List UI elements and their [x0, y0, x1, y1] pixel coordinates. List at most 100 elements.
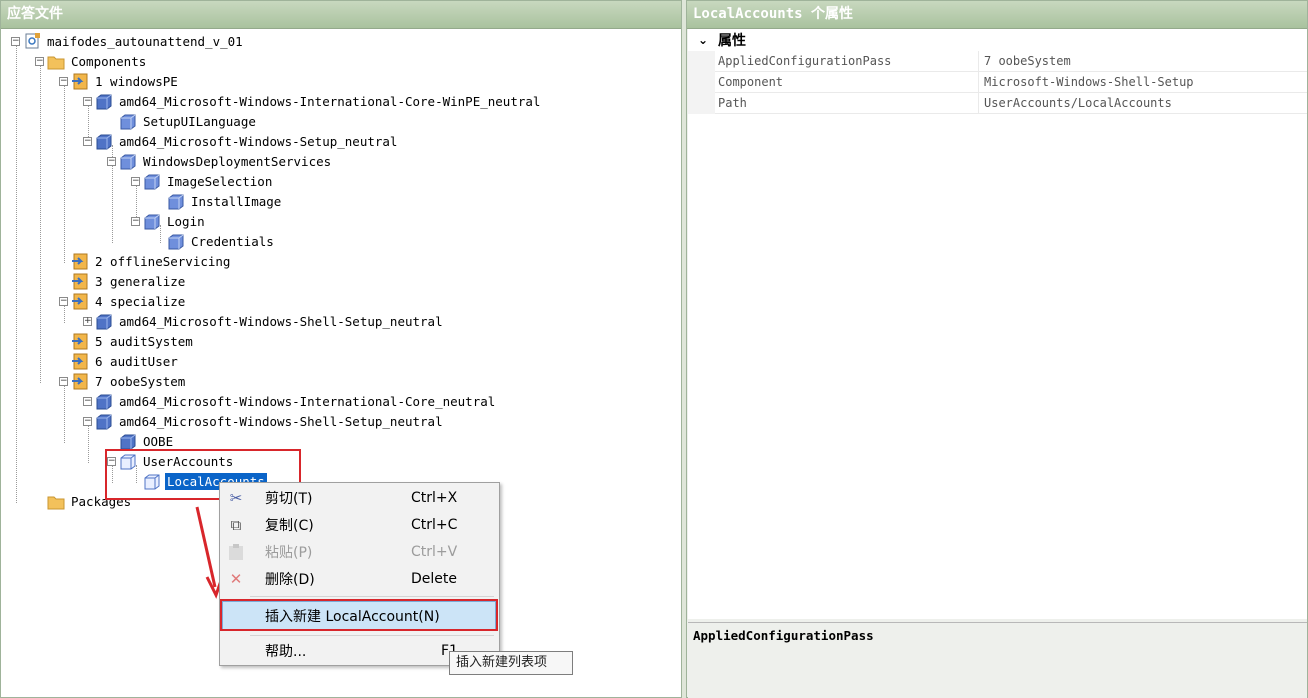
tree-node-pass[interactable]: 3 generalize	[59, 271, 187, 291]
setting-icon	[143, 213, 161, 230]
menu-item-label: 帮助...	[265, 644, 307, 660]
setting-icon	[119, 153, 137, 170]
tree-node-setting[interactable]: − Login	[131, 211, 207, 231]
collapse-icon[interactable]: −	[131, 216, 140, 226]
tree-node-pass[interactable]: − 7 oobeSystem	[59, 371, 187, 391]
annotation-highlight-box	[220, 599, 498, 631]
setting-icon	[119, 113, 137, 130]
property-value[interactable]: Microsoft-Windows-Shell-Setup	[979, 72, 1307, 93]
collapse-icon[interactable]: −	[83, 396, 92, 406]
property-category-label: 属性	[718, 33, 746, 49]
folder-icon	[47, 53, 65, 70]
context-menu: ✂ 剪切(T) Ctrl+X ⧉ 复制(C) Ctrl+C 粘贴(P) Ctrl…	[219, 482, 500, 666]
menu-item-copy[interactable]: ⧉ 复制(C) Ctrl+C	[222, 512, 496, 538]
property-gutter	[688, 93, 715, 114]
tree-node-label: 7 oobeSystem	[95, 373, 186, 389]
tree-node-component[interactable]: + amd64_Microsoft-Windows-Shell-Setup_ne…	[83, 311, 445, 331]
collapse-icon[interactable]: −	[131, 176, 140, 186]
pass-icon	[71, 353, 89, 370]
setting-icon	[167, 193, 185, 210]
menu-item-shortcut: Ctrl+X	[411, 490, 458, 506]
tree-node-label: amd64_Microsoft-Windows-Shell-Setup_neut…	[119, 413, 443, 429]
tree-node-setting[interactable]: OOBE	[107, 431, 175, 451]
tree-connector	[40, 65, 41, 383]
property-row[interactable]: AppliedConfigurationPass 7 oobeSystem	[688, 51, 1307, 72]
collapse-icon[interactable]: −	[83, 136, 92, 146]
pass-icon	[71, 373, 89, 390]
menu-item-cut[interactable]: ✂ 剪切(T) Ctrl+X	[222, 485, 496, 511]
tree-node-label: 4 specialize	[95, 293, 186, 309]
collapse-icon[interactable]: −	[11, 36, 20, 46]
folder-icon	[47, 493, 65, 510]
menu-item-delete[interactable]: ✕ 删除(D) Delete	[222, 566, 496, 592]
tree-node-label: 3 generalize	[95, 273, 186, 289]
tree-node-pass[interactable]: 2 offlineServicing	[59, 251, 232, 271]
tree-node-label: 1 windowsPE	[95, 73, 178, 89]
tree-node-setting[interactable]: − ImageSelection	[131, 171, 274, 191]
menu-item-paste: 粘贴(P) Ctrl+V	[222, 539, 496, 565]
collapse-icon[interactable]: −	[35, 56, 44, 66]
collapse-icon[interactable]: −	[83, 416, 92, 426]
tree-node-components[interactable]: − Components	[35, 51, 148, 71]
collapse-icon[interactable]: −	[83, 96, 92, 106]
menu-item-shortcut: Ctrl+V	[411, 544, 458, 560]
menu-item-label: 粘贴(P)	[265, 545, 313, 561]
copy-icon: ⧉	[230, 516, 242, 534]
tree-node-component[interactable]: − amd64_Microsoft-Windows-Setup_neutral	[83, 131, 399, 151]
pass-icon	[71, 73, 89, 90]
tree-node-label: Credentials	[191, 233, 274, 249]
tree-node-setting[interactable]: InstallImage	[155, 191, 283, 211]
tooltip: 插入新建列表项	[449, 651, 573, 675]
property-gutter	[688, 72, 715, 93]
property-value[interactable]: UserAccounts/LocalAccounts	[979, 93, 1307, 114]
property-name: Path	[715, 93, 979, 114]
expand-icon[interactable]: +	[83, 316, 92, 326]
setting-icon	[143, 173, 161, 190]
tree-node-label: amd64_Microsoft-Windows-Shell-Setup_neut…	[119, 313, 443, 329]
tree-node-pass[interactable]: 6 auditUser	[59, 351, 180, 371]
tree-node-setting[interactable]: − WindowsDeploymentServices	[107, 151, 333, 171]
chevron-down-icon[interactable]: ⌄	[688, 33, 718, 47]
properties-pane-title: LocalAccounts 个属性	[687, 1, 1307, 29]
menu-item-label: 复制(C)	[265, 518, 314, 534]
pass-icon	[71, 333, 89, 350]
tree-node-component[interactable]: − amd64_Microsoft-Windows-International-…	[83, 391, 497, 411]
component-icon	[95, 93, 113, 110]
tree-node-setting[interactable]: SetupUILanguage	[107, 111, 258, 131]
tree-node-component[interactable]: − amd64_Microsoft-Windows-International-…	[83, 91, 542, 111]
collapse-icon[interactable]: −	[59, 376, 68, 386]
property-name: AppliedConfigurationPass	[715, 51, 979, 72]
property-gutter	[688, 51, 715, 72]
property-row[interactable]: Component Microsoft-Windows-Shell-Setup	[688, 72, 1307, 93]
pass-icon	[71, 293, 89, 310]
property-category[interactable]: ⌄ 属性	[688, 29, 1307, 51]
tree-node-label: 6 auditUser	[95, 353, 178, 369]
menu-separator	[250, 635, 494, 636]
tree-node-answer-file[interactable]: − maifodes_autounattend_v_01	[11, 31, 245, 51]
tree-connector	[64, 85, 65, 263]
collapse-icon[interactable]: −	[59, 76, 68, 86]
property-row[interactable]: Path UserAccounts/LocalAccounts	[688, 93, 1307, 114]
tree-connector	[64, 385, 65, 443]
tree-node-component[interactable]: − amd64_Microsoft-Windows-Shell-Setup_ne…	[83, 411, 445, 431]
collapse-icon[interactable]: −	[107, 156, 116, 166]
tree-connector	[16, 45, 17, 503]
pass-icon	[71, 253, 89, 270]
tree-node-setting[interactable]: Credentials	[155, 231, 276, 251]
tree-node-pass[interactable]: − 4 specialize	[59, 291, 187, 311]
tree-node-pass[interactable]: 5 auditSystem	[59, 331, 195, 351]
tree-node-label: amd64_Microsoft-Windows-International-Co…	[119, 393, 496, 409]
property-value[interactable]: 7 oobeSystem	[979, 51, 1307, 72]
tree-node-label: Components	[71, 53, 147, 69]
tree-node-pass-windowspe[interactable]: − 1 windowsPE	[59, 71, 180, 91]
tree-node-label: InstallImage	[191, 193, 282, 209]
collapse-icon[interactable]: −	[59, 296, 68, 306]
